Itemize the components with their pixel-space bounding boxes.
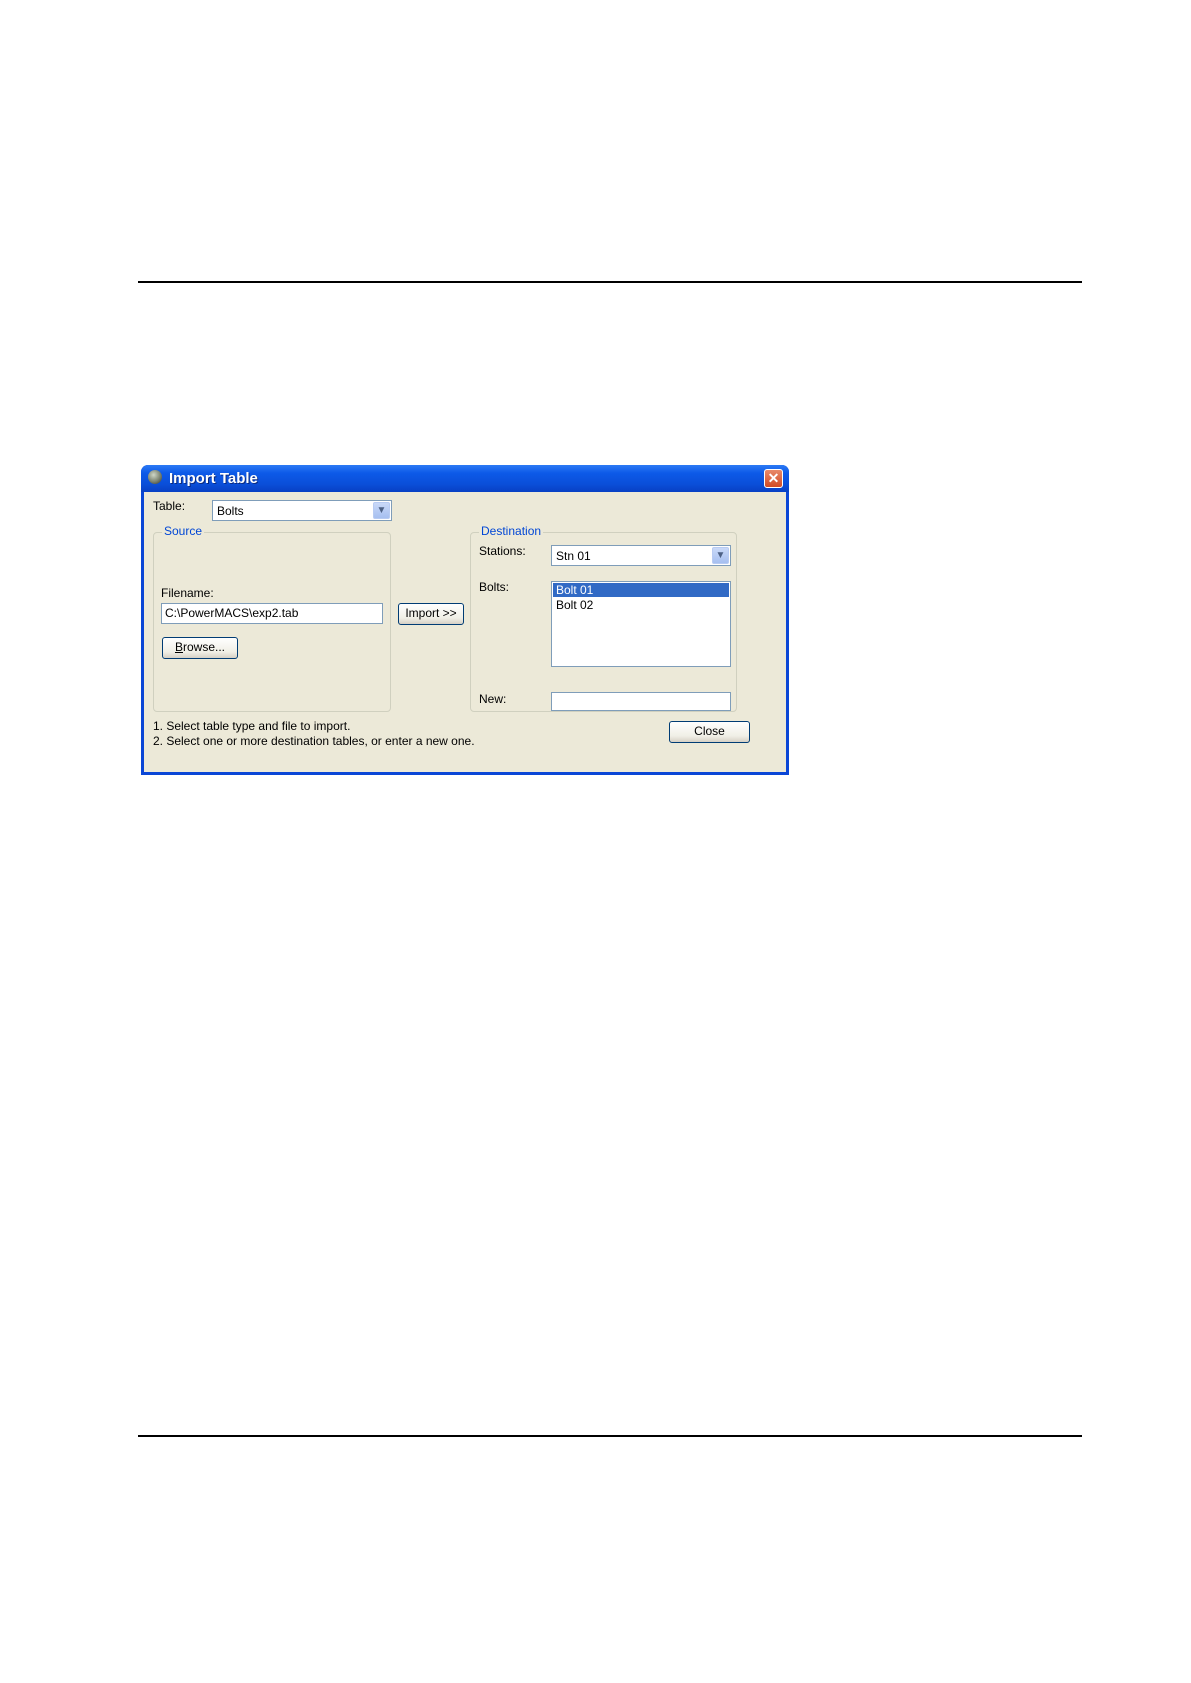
instruction-line-1: 1. Select table type and file to import.: [153, 719, 351, 733]
bolts-listbox[interactable]: Bolt 01 Bolt 02: [551, 581, 731, 667]
new-label: New:: [479, 692, 507, 706]
close-button-label: Close: [694, 724, 725, 738]
source-group: Source Filename: C:\PowerMACS\exp2.tab B…: [153, 524, 391, 712]
stations-select[interactable]: Stn 01 ▼: [551, 545, 731, 566]
list-item[interactable]: Bolt 02: [553, 598, 729, 612]
dialog-title: Import Table: [169, 470, 258, 487]
title-bar[interactable]: Import Table ✕: [141, 465, 789, 492]
filename-input[interactable]: C:\PowerMACS\exp2.tab: [161, 603, 383, 624]
table-label: Table:: [153, 499, 186, 513]
page-rule-top: [138, 281, 1082, 283]
instruction-line-2: 2. Select one or more destination tables…: [153, 734, 475, 748]
import-button-label: Import >>: [405, 606, 457, 620]
browse-button-label: Browse...: [174, 640, 226, 654]
stations-select-value: Stn 01: [556, 549, 591, 563]
browse-button[interactable]: Browse...: [162, 637, 238, 659]
page-rule-bottom: [138, 1435, 1082, 1437]
bolts-label: Bolts:: [479, 580, 510, 594]
chevron-down-icon[interactable]: ▼: [712, 547, 729, 564]
import-table-dialog: Import Table ✕ Table: Bolts ▼ Source Fil…: [141, 465, 789, 775]
close-icon[interactable]: ✕: [764, 469, 783, 488]
import-button[interactable]: Import >>: [398, 603, 464, 625]
destination-group: Destination Stations: Stn 01 ▼ Bolts: Bo…: [470, 524, 737, 712]
stations-label: Stations:: [479, 544, 526, 558]
new-table-input[interactable]: [551, 692, 731, 711]
app-icon: [148, 470, 162, 484]
list-item[interactable]: Bolt 01: [553, 583, 729, 597]
destination-legend: Destination: [479, 524, 544, 538]
close-button[interactable]: Close: [669, 721, 750, 743]
source-legend: Source: [162, 524, 205, 538]
table-select[interactable]: Bolts ▼: [212, 500, 392, 521]
filename-label: Filename:: [161, 586, 214, 600]
chevron-down-icon[interactable]: ▼: [373, 502, 390, 519]
dialog-client-area: Table: Bolts ▼ Source Filename: C:\Power…: [144, 492, 786, 772]
table-select-value: Bolts: [217, 504, 244, 518]
